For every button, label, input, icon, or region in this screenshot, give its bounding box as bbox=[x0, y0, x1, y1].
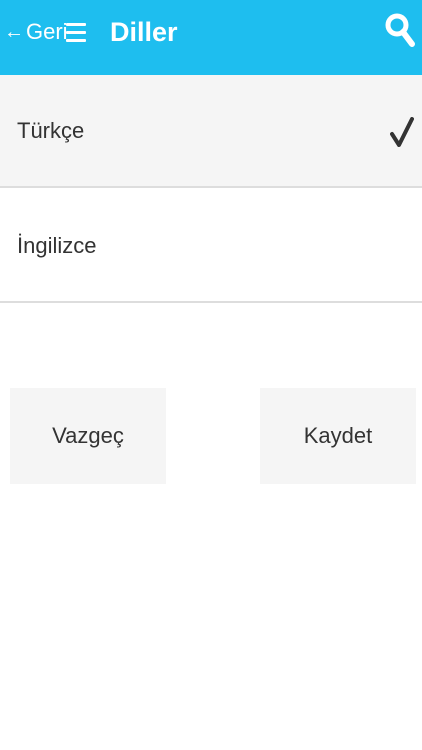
top-app-bar: ← Geri Diller bbox=[0, 0, 422, 75]
cancel-button[interactable]: Vazgeç bbox=[10, 388, 166, 484]
save-button[interactable]: Kaydet bbox=[260, 388, 416, 484]
checkmark-icon bbox=[390, 117, 414, 147]
back-label: Geri bbox=[26, 19, 68, 44]
language-item-english[interactable]: İngilizce bbox=[0, 190, 422, 303]
arrow-left-icon: ← bbox=[4, 21, 24, 43]
language-item-turkish[interactable]: Türkçe bbox=[0, 75, 422, 188]
language-label: Türkçe bbox=[17, 118, 85, 143]
page-title: Diller bbox=[110, 17, 178, 47]
search-icon[interactable] bbox=[385, 8, 415, 52]
back-button[interactable]: ← Geri bbox=[4, 16, 68, 48]
hamburger-menu-icon[interactable] bbox=[66, 21, 86, 43]
language-label: İngilizce bbox=[17, 233, 97, 258]
